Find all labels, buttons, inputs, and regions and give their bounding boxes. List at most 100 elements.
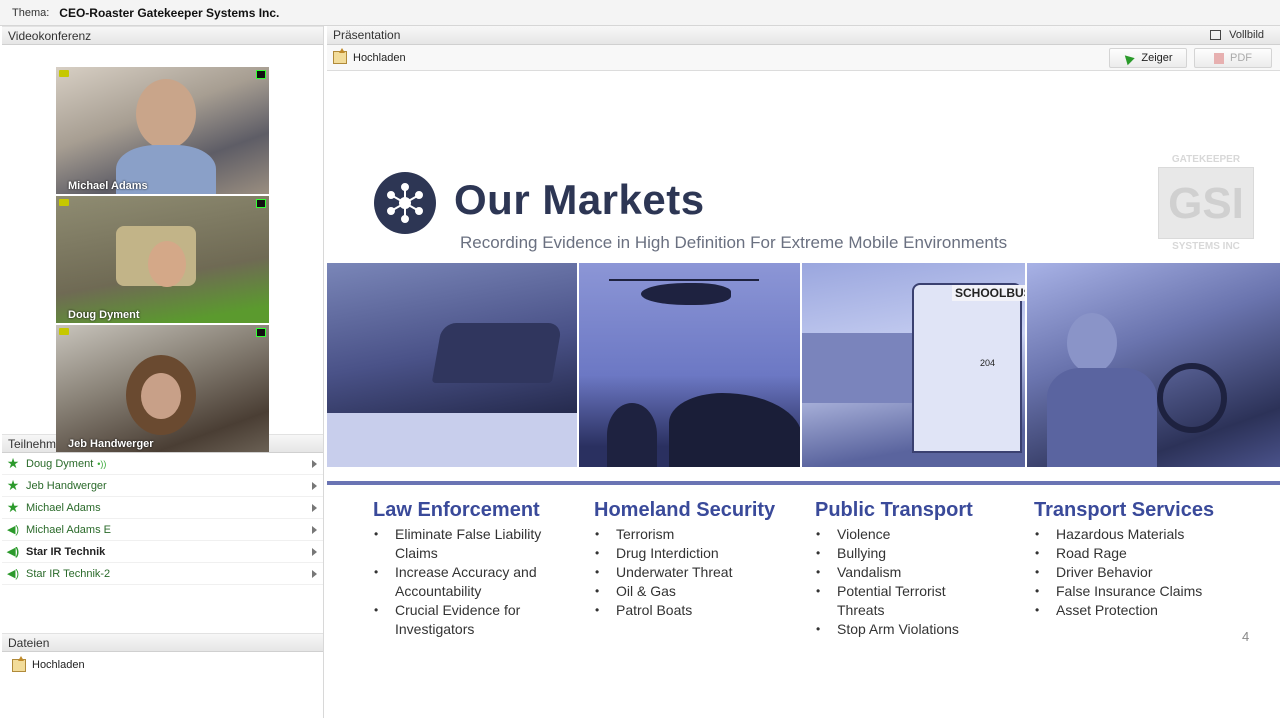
market-heading: Public Transport (815, 499, 973, 521)
video-panel-header: Videokonferenz (2, 26, 323, 45)
participant-name: Star IR Technik-2 (26, 567, 111, 580)
popout-icon[interactable] (256, 199, 266, 208)
participant-row[interactable]: ★ Jeb Handwerger (2, 475, 323, 497)
upload-icon (12, 655, 26, 672)
expand-arrow-icon[interactable] (312, 504, 317, 512)
video-feed-doug-dyment[interactable]: Doug Dyment (56, 196, 269, 323)
presentation-upload-button[interactable]: Hochladen (333, 48, 406, 64)
market-item: Increase Accuracy and Accountability (373, 563, 563, 601)
files-upload-button[interactable]: Hochladen (2, 652, 323, 678)
driver-head-shape (1067, 313, 1117, 373)
slide-title: Our Markets (454, 176, 705, 223)
video-feed-jeb-handwerger[interactable]: Jeb Handwerger (56, 325, 269, 452)
police-car-photo (327, 263, 579, 467)
car-roof-shape (327, 413, 577, 467)
expand-arrow-icon[interactable] (312, 548, 317, 556)
participant-name: Michael Adams E (26, 523, 111, 536)
star-icon: ★ (6, 455, 20, 471)
trees-shape (669, 393, 800, 467)
left-sidebar: Videokonferenz Michael Adams Doug Dyment… (2, 26, 324, 718)
market-heading: Law Enforcement (373, 499, 540, 521)
participant-row[interactable]: ◀) Star IR Technik (2, 541, 323, 563)
bus-row-shape (802, 333, 912, 403)
light-bar-shape (431, 323, 563, 383)
presentation-toolbar: Hochladen Zeiger PDF (327, 45, 1280, 71)
video-name-label: Doug Dyment (68, 309, 140, 321)
pdf-button[interactable]: PDF (1194, 48, 1272, 68)
network-hub-icon (374, 172, 436, 234)
files-upload-label: Hochladen (32, 659, 85, 671)
participant-name: Star IR Technik (26, 545, 106, 558)
market-heading: Transport Services (1034, 499, 1215, 521)
truck-driver-photo (1027, 263, 1280, 467)
market-column-transport-services: Transport Services Hazardous Materials R… (1034, 499, 1214, 620)
speaking-indicator: •)) (97, 458, 107, 469)
participant-row[interactable]: ◀) Michael Adams E (2, 519, 323, 541)
star-icon: ★ (6, 477, 20, 493)
presentation-title: Präsentation (333, 28, 401, 42)
speaker-icon: ◀) (6, 524, 20, 536)
person-silhouette (136, 79, 196, 149)
files-panel-header: Dateien (2, 633, 323, 652)
market-photos: SCHOOLBUS 204 (327, 263, 1280, 467)
logo-text-bottom: SYSTEMS INC (1172, 241, 1240, 252)
fullscreen-toggle[interactable]: Vollbild (1210, 29, 1264, 41)
star-icon: ★ (6, 499, 20, 515)
gatekeeper-logo: GATEKEEPER GSI SYSTEMS INC (1157, 154, 1255, 252)
logo-text-top: GATEKEEPER (1171, 154, 1241, 165)
expand-arrow-icon[interactable] (312, 460, 317, 468)
expand-arrow-icon[interactable] (312, 526, 317, 534)
pdf-icon (1214, 52, 1224, 64)
school-bus-photo: SCHOOLBUS 204 (802, 263, 1027, 467)
expand-arrow-icon[interactable] (312, 570, 317, 578)
market-item: Stop Arm Violations (815, 620, 973, 639)
person-silhouette (148, 241, 186, 287)
market-item: Road Rage (1034, 544, 1214, 563)
speaker-icon: ◀) (6, 546, 20, 558)
capitol-dome-shape (607, 403, 657, 467)
video-area: Michael Adams Doug Dyment Jeb Handwerger (2, 45, 323, 452)
participant-name: Michael Adams (26, 501, 101, 514)
slide: Our Markets Recording Evidence in High D… (327, 71, 1280, 720)
fullscreen-icon (1210, 30, 1222, 40)
topic-label: Thema: (12, 6, 50, 19)
pointer-button[interactable]: Zeiger (1109, 48, 1187, 68)
participant-name: Jeb Handwerger (26, 479, 107, 492)
participant-row[interactable]: ★ Michael Adams (2, 497, 323, 519)
popout-icon[interactable] (256, 70, 266, 79)
topic-title: CEO-Roaster Gatekeeper Systems Inc. (59, 5, 280, 20)
presentation-panel: Präsentation Vollbild Hochladen Zeiger P… (327, 26, 1280, 720)
bus-rear-shape (912, 283, 1022, 453)
driver-body-shape (1047, 368, 1157, 467)
steering-wheel-shape (1157, 363, 1227, 433)
market-item: Patrol Boats (594, 601, 775, 620)
expand-arrow-icon[interactable] (312, 482, 317, 490)
pointer-arrow-icon (1121, 51, 1136, 65)
market-column-homeland-security: Homeland Security Terrorism Drug Interdi… (594, 499, 775, 620)
market-item: Driver Behavior (1034, 563, 1214, 582)
popout-icon[interactable] (256, 328, 266, 337)
speaker-icon: ◀) (6, 568, 20, 580)
school-bus-sign: SCHOOLBUS (952, 285, 1025, 301)
upload-icon (333, 48, 347, 64)
video-name-label: Michael Adams (68, 180, 148, 192)
video-name-label: Jeb Handwerger (68, 438, 154, 450)
person-face (141, 373, 181, 419)
camera-icon (59, 199, 69, 206)
rotor-shape (609, 279, 759, 281)
market-column-law-enforcement: Law Enforcement Eliminate False Liabilit… (373, 499, 563, 639)
bus-number: 204 (980, 358, 996, 368)
market-item: Vandalism (815, 563, 973, 582)
pdf-label: PDF (1230, 52, 1252, 64)
participant-row[interactable]: ◀) Star IR Technik-2 (2, 563, 323, 585)
camera-icon (59, 70, 69, 77)
participant-row[interactable]: ★ Doug Dyment •)) (2, 453, 323, 475)
topbar: Thema: CEO-Roaster Gatekeeper Systems In… (0, 0, 1280, 26)
market-item: Drug Interdiction (594, 544, 775, 563)
market-item: Potential Terrorist Threats (815, 582, 965, 620)
market-item: Bullying (815, 544, 973, 563)
pointer-label: Zeiger (1141, 52, 1173, 64)
video-feed-michael-adams[interactable]: Michael Adams (56, 67, 269, 194)
market-item: Hazardous Materials (1034, 525, 1214, 544)
logo-mark: GSI (1158, 167, 1254, 239)
